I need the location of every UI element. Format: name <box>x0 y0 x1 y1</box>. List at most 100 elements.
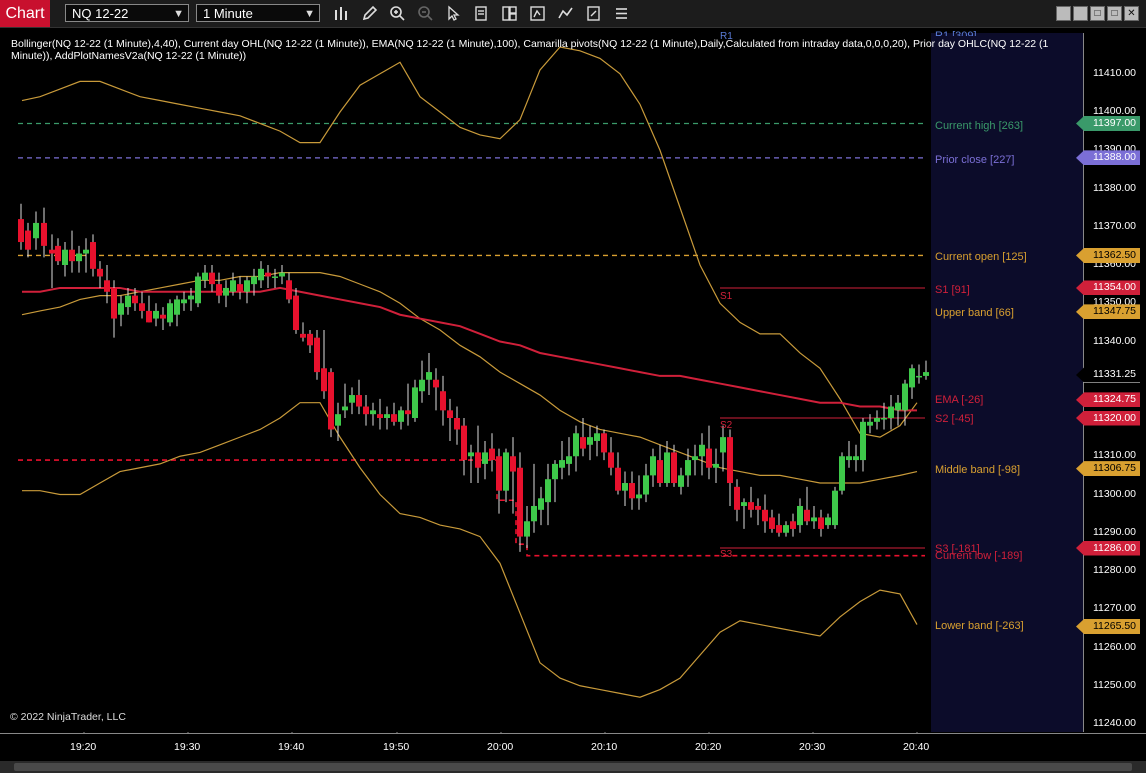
candle-down <box>25 230 31 250</box>
time-tick-label: 20:30 <box>799 741 826 753</box>
candle-down <box>216 284 222 296</box>
price-marker: 11320.00 <box>1076 410 1140 426</box>
time-tick-label: 19:50 <box>383 741 410 753</box>
price-marker: 11388.00 <box>1076 150 1140 166</box>
candle-down <box>69 249 75 262</box>
candle-down <box>496 456 502 491</box>
candle-down <box>49 249 55 254</box>
bollinger-upper-line <box>21 46 918 438</box>
s3-short-label: S3 <box>720 549 733 557</box>
candle-up <box>881 418 887 420</box>
candle-down <box>18 219 24 243</box>
current-high-label: Current high [263] <box>935 120 1024 132</box>
candle-up <box>468 452 474 457</box>
candle-up <box>874 418 880 422</box>
candle-down <box>265 272 271 277</box>
candle-down <box>727 437 733 484</box>
candle-up <box>825 517 831 526</box>
candle-up <box>174 299 180 315</box>
candle-down <box>804 509 810 522</box>
candle-down <box>293 295 299 331</box>
candle-up <box>83 249 89 254</box>
candle-up <box>594 433 600 441</box>
candle-up <box>895 402 901 411</box>
candle-up <box>566 456 572 464</box>
candle-up <box>384 414 390 418</box>
candle-down <box>139 303 145 311</box>
candle-up <box>76 253 82 262</box>
time-axis[interactable] <box>0 733 1146 762</box>
price-tick-label: 11370.00 <box>1093 219 1137 232</box>
candle-down <box>307 333 313 346</box>
time-tick-label: 19:30 <box>174 741 201 753</box>
ema-label: EMA [-26] <box>935 394 984 406</box>
candle-up <box>244 280 250 292</box>
candle-down <box>286 280 292 300</box>
candle-up <box>860 421 866 461</box>
candle-down <box>671 452 677 484</box>
candle-up <box>685 460 691 476</box>
price-marker: 11397.00 <box>1076 115 1140 131</box>
candle-down <box>90 242 96 269</box>
candle-up <box>713 463 719 468</box>
price-marker: 11306.75 <box>1076 461 1140 477</box>
candle-up <box>797 505 803 526</box>
time-tick-label: 20:40 <box>903 741 930 753</box>
candle-up <box>636 494 642 499</box>
candle-down <box>601 433 607 453</box>
candle-down <box>790 521 796 529</box>
price-marker: 11286.00 <box>1076 540 1140 556</box>
price-marker: 11362.50 <box>1076 247 1140 263</box>
candle-up <box>867 421 873 426</box>
candle-down <box>321 368 327 392</box>
time-tick-label: 19:20 <box>70 741 97 753</box>
candle-down <box>440 391 446 411</box>
candle-up <box>118 303 124 315</box>
candle-up <box>426 372 432 380</box>
candle-up <box>720 437 726 453</box>
candle-up <box>538 498 544 510</box>
price-tick-label: 11280.00 <box>1093 564 1137 576</box>
s1-short-label: S1 <box>720 291 733 302</box>
candle-down <box>629 483 635 499</box>
candle-down <box>454 418 460 430</box>
candle-up <box>559 460 565 468</box>
time-tick-label: 20:00 <box>487 741 514 753</box>
price-tick-label: 11340.00 <box>1093 334 1137 347</box>
price-marker: 11331.25 <box>1076 367 1140 383</box>
candle-up <box>342 406 348 411</box>
scrollbar-thumb[interactable] <box>14 763 1132 771</box>
candle-up <box>909 368 915 388</box>
price-marker: 11347.75 <box>1076 304 1140 320</box>
candle-down <box>475 452 481 468</box>
candle-down <box>461 425 467 461</box>
candle-down <box>104 280 110 292</box>
candle-up <box>783 525 789 533</box>
candle-up <box>699 444 705 457</box>
candle-down <box>41 222 47 246</box>
candle-up <box>335 414 341 426</box>
time-tick-label: 19:40 <box>278 741 305 753</box>
price-tick-label: 11270.00 <box>1093 602 1137 615</box>
price-tick-label: 11300.00 <box>1093 487 1137 500</box>
candle-down <box>608 452 614 468</box>
candle-up <box>811 517 817 522</box>
candle-down <box>489 448 495 461</box>
prior-close-label: Prior close [227] <box>935 154 1015 166</box>
candle-up <box>587 437 593 445</box>
price-tick-label: 11380.00 <box>1093 181 1137 194</box>
candle-down <box>769 517 775 529</box>
candle-up <box>832 490 838 526</box>
candle-down <box>818 517 824 529</box>
candle-up <box>692 456 698 461</box>
candle-down <box>300 333 306 338</box>
candle-down <box>755 505 761 510</box>
candle-up <box>853 456 859 461</box>
indicator-legend: Bollinger(NQ 12-22 (1 Minute),4,40), Cur… <box>11 38 1049 62</box>
s2-short-label: S2 <box>720 420 733 431</box>
candle-up <box>272 276 278 278</box>
candle-up <box>223 287 229 296</box>
candle-up <box>846 456 852 461</box>
candle-up <box>839 456 845 491</box>
candle-down <box>111 287 117 319</box>
